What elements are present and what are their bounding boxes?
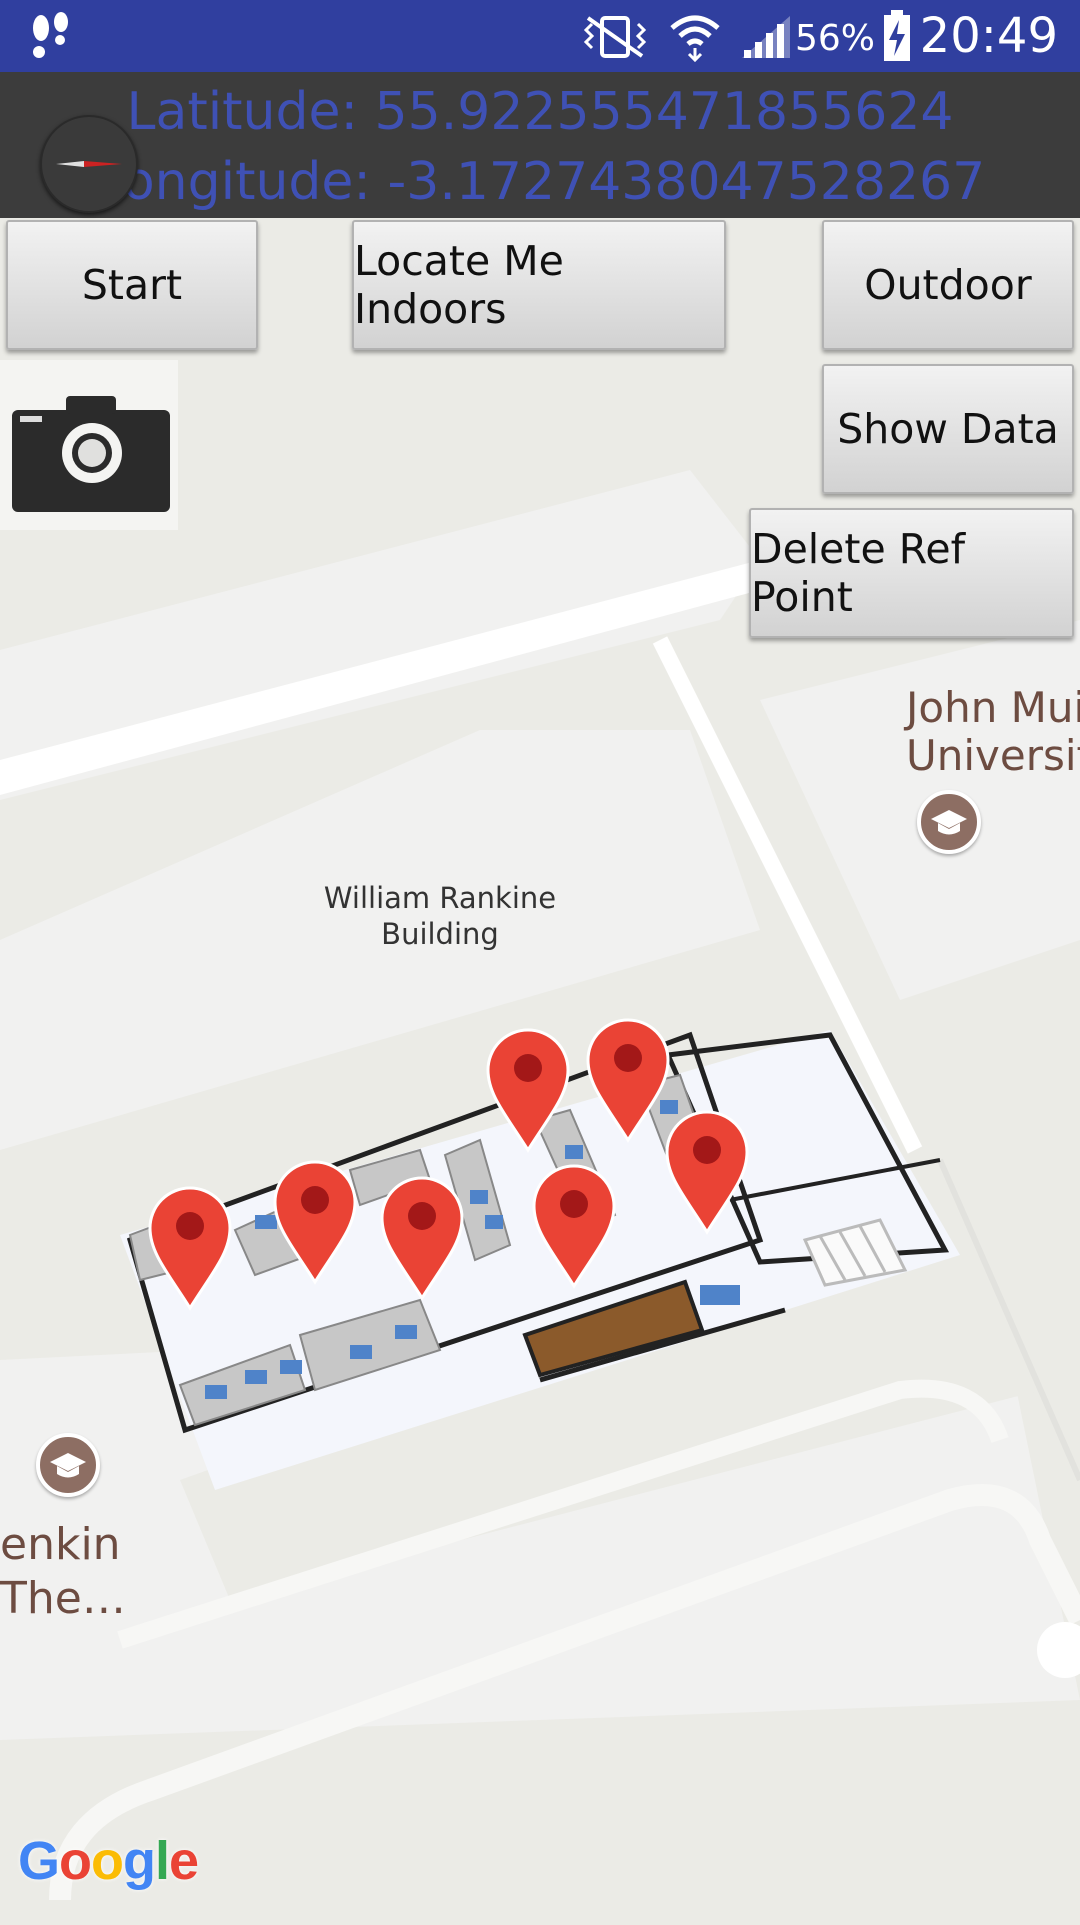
building-label-line2: Building	[381, 917, 499, 951]
university-poi-icon[interactable]	[917, 790, 981, 854]
compass-button[interactable]	[40, 115, 138, 213]
university-poi-icon-left[interactable]	[36, 1433, 100, 1497]
compass-icon	[56, 161, 122, 167]
vibrate-mute-icon	[583, 16, 647, 58]
start-button[interactable]: Start	[6, 220, 258, 350]
status-bar: 56% 20:49	[0, 0, 1080, 72]
poi-label-john-muir[interactable]: John Muir University	[906, 684, 1080, 780]
camera-icon	[12, 396, 170, 512]
poi-label-line2: The…	[0, 1573, 126, 1624]
signal-icon	[742, 16, 790, 58]
wifi-icon	[670, 15, 720, 62]
poi-label-line2: University	[906, 731, 1080, 780]
latitude-text: Latitude: 55.922555471855624	[126, 82, 954, 142]
footsteps-icon	[33, 12, 68, 58]
camera-button[interactable]	[0, 360, 178, 530]
poi-label-line1: enkin	[0, 1519, 121, 1570]
building-label: William Rankine Building	[300, 880, 580, 952]
poi-label-jenkin[interactable]: enkin The…	[0, 1518, 126, 1626]
clock-time: 20:49	[919, 8, 1058, 64]
location-panel: Latitude: 55.922555471855624 Longitude: …	[0, 72, 1080, 218]
delete-ref-point-button[interactable]: Delete Ref Point	[749, 508, 1074, 638]
longitude-text: Longitude: -3.1727438047528267	[94, 152, 986, 212]
show-data-button[interactable]: Show Data	[822, 364, 1074, 494]
google-logo: Google	[18, 1831, 199, 1891]
poi-label-line1: John Muir	[906, 683, 1080, 732]
battery-percent: 56%	[794, 18, 875, 59]
locate-me-indoors-button[interactable]: Locate Me Indoors	[352, 220, 726, 350]
building-label-line1: William Rankine	[323, 881, 557, 915]
battery-charging-icon	[884, 10, 910, 61]
outdoor-button[interactable]: Outdoor	[822, 220, 1074, 350]
